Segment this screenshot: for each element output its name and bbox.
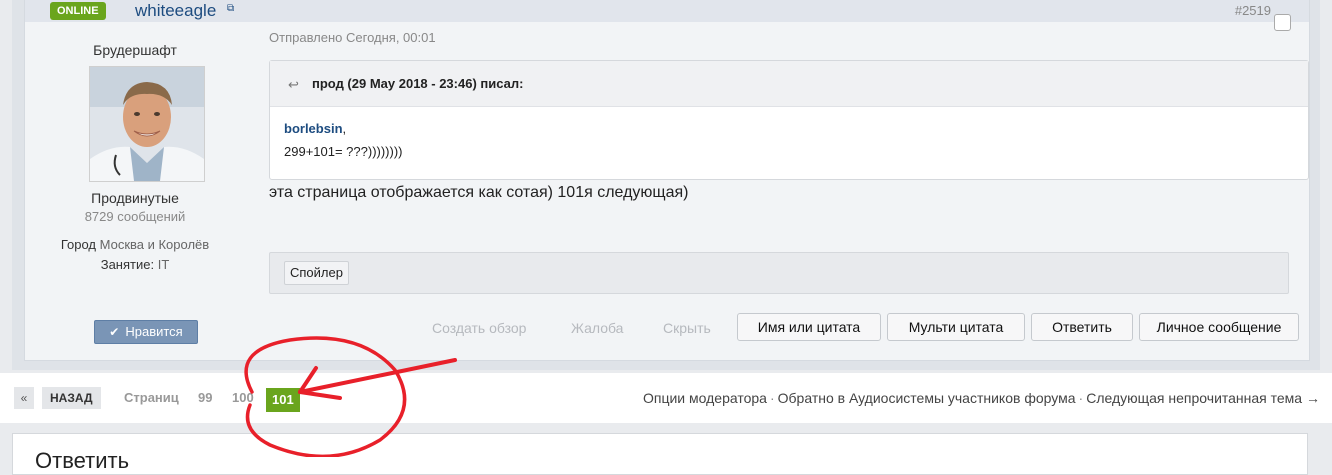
reply-box: Ответить [12, 433, 1308, 475]
page-link-99[interactable]: 99 [198, 390, 212, 405]
author-group: Продвинутые [91, 190, 179, 206]
reply-title: Ответить [35, 448, 130, 473]
spoiler-button[interactable]: Спойлер [284, 261, 349, 285]
like-button[interactable]: ✔ Нравится [94, 320, 198, 344]
quote-mention-link[interactable]: borlebsin [284, 121, 343, 136]
post-header: ONLINE whiteeagle ⧉ #2519 [25, 0, 1309, 22]
post-wrapper: ONLINE whiteeagle ⧉ #2519 Брудершафт Про… [12, 0, 1320, 370]
create-review-link[interactable]: Создать обзор [432, 320, 526, 336]
footer-links: Опции модератора · Обратно в Аудиосистемы … [643, 390, 1320, 406]
quote-text: 299+101= ???)))))))) [284, 144, 403, 159]
author-occupation: Занятие: IT [25, 257, 245, 272]
spoiler-box: Спойлер [269, 252, 1289, 294]
complaint-link[interactable]: Жалоба [571, 320, 623, 336]
pages-label: Страниц [124, 390, 179, 405]
reply-button[interactable]: Ответить [1031, 313, 1133, 341]
quote-arrow-icon[interactable]: ↩ [288, 77, 299, 93]
multi-quote-button[interactable]: Мульти цитата [887, 313, 1025, 341]
external-link-icon[interactable]: ⧉ [227, 3, 234, 14]
author-city: Город Москва и Королёв [25, 237, 245, 252]
quote-mention-suffix: , [342, 121, 347, 136]
back-to-forum-link[interactable]: Обратно в Аудиосистемы участников форума [778, 390, 1076, 406]
author-post-count: 8729 сообщений [84, 209, 186, 224]
name-or-quote-button[interactable]: Имя или цитата [737, 313, 881, 341]
next-unread-link[interactable]: Следующая непрочитанная тема → [1086, 390, 1320, 406]
occupation-label: Занятие: [100, 257, 155, 272]
quote-block: ↩ прод (29 May 2018 - 23:46) писал: borl… [269, 60, 1309, 180]
online-badge: ONLINE [50, 2, 106, 20]
pagination-bar: « НАЗАД Страниц 99 100 101 Опции модерат… [0, 373, 1332, 423]
city-value: Москва и Королёв [99, 237, 210, 252]
back-button[interactable]: НАЗАД [42, 387, 101, 409]
username-link[interactable]: whiteeagle [135, 1, 216, 21]
avatar-photo [90, 67, 204, 181]
city-label: Город [60, 237, 96, 252]
like-label: Нравится [125, 324, 183, 339]
quote-header: ↩ прод (29 May 2018 - 23:46) писал: [270, 61, 1308, 107]
separator: · [769, 390, 775, 406]
forum-post: ONLINE whiteeagle ⧉ #2519 Брудершафт Про… [24, 0, 1310, 361]
post-select-checkbox[interactable] [1274, 14, 1291, 31]
private-message-button[interactable]: Личное сообщение [1139, 313, 1299, 341]
quote-citation: прод (29 May 2018 - 23:46) писал: [312, 76, 524, 91]
prev-page-button[interactable]: « [14, 387, 34, 409]
hide-link[interactable]: Скрыть [663, 320, 711, 336]
current-page: 101 [266, 388, 300, 412]
quote-body: borlebsin, 299+101= ???)))))))) [284, 121, 403, 159]
author-title: Брудершафт [93, 42, 177, 58]
moderator-options-link[interactable]: Опции модератора [643, 390, 767, 406]
post-text: эта страница отображается как сотая) 101… [269, 184, 689, 201]
avatar[interactable] [89, 66, 205, 182]
post-number-link[interactable]: #2519 [1235, 3, 1271, 18]
page-link-100[interactable]: 100 [232, 390, 254, 405]
post-date: Отправлено Сегодня, 00:01 [269, 30, 436, 45]
occupation-value: IT [157, 257, 170, 272]
separator: · [1078, 390, 1084, 406]
check-icon: ✔ [109, 325, 120, 339]
